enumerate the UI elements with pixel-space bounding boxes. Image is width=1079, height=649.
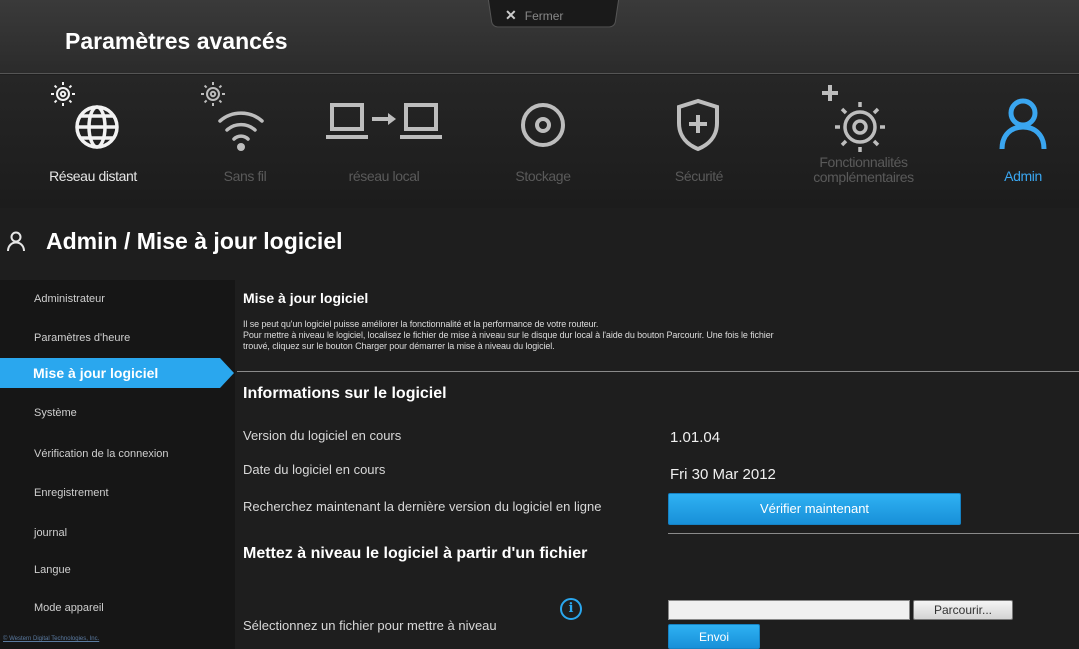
user-icon bbox=[7, 231, 25, 252]
sidebar-item-log[interactable]: journal bbox=[0, 518, 230, 548]
nav-wireless[interactable]: Sans fil bbox=[190, 75, 300, 208]
section-title: Mise à jour logiciel bbox=[243, 290, 369, 306]
nav-additional-features[interactable]: Fonctionnalités complémentaires bbox=[776, 75, 951, 208]
divider bbox=[237, 371, 1079, 372]
nav-remote-network[interactable]: Réseau distant bbox=[8, 75, 178, 208]
select-file-label: Sélectionnez un fichier pour mettre à ni… bbox=[243, 618, 497, 633]
shield-plus-icon bbox=[677, 98, 719, 152]
version-label: Version du logiciel en cours bbox=[243, 428, 402, 443]
nav-label[interactable]: Sécurité bbox=[644, 169, 754, 184]
sidebar-item-registration[interactable]: Enregistrement bbox=[0, 478, 230, 508]
close-button[interactable]: ✕ Fermer bbox=[505, 7, 563, 24]
upgrade-section-title: Mettez à niveau le logiciel à partir d'u… bbox=[243, 545, 588, 562]
globe-gear-icon bbox=[51, 82, 119, 149]
user-icon bbox=[999, 98, 1047, 150]
icon-nav-bar: Réseau distant Sans fil réseau local Sto… bbox=[0, 75, 1079, 208]
date-label: Date du logiciel en cours bbox=[243, 462, 386, 477]
divider bbox=[668, 533, 1079, 534]
version-value: 1.01.04 bbox=[670, 429, 721, 446]
nav-local-network[interactable]: réseau local bbox=[314, 75, 454, 208]
nav-security[interactable]: Sécurité bbox=[644, 75, 754, 208]
gear-plus-icon bbox=[822, 85, 885, 152]
laptop-to-laptop-icon bbox=[326, 103, 442, 139]
close-label[interactable]: Fermer bbox=[525, 9, 564, 23]
close-icon[interactable]: ✕ bbox=[505, 7, 517, 24]
sidebar-item-language[interactable]: Langue bbox=[0, 555, 230, 585]
description-line: Pour mettre à niveau le logiciel, locali… bbox=[243, 330, 774, 340]
copyright-link[interactable]: © Western Digital Technologies, Inc. bbox=[3, 636, 99, 642]
page-header-title: Paramètres avancés bbox=[65, 28, 288, 54]
browse-button[interactable]: Parcourir... bbox=[913, 600, 1013, 620]
page-title: Admin / Mise à jour logiciel bbox=[46, 228, 343, 254]
sidebar-item-administrator[interactable]: Administrateur bbox=[0, 284, 230, 314]
nav-label[interactable]: Fonctionnalités complémentaires bbox=[776, 155, 951, 185]
nav-label[interactable]: Stockage bbox=[488, 169, 598, 184]
description-line: Il se peut qu'un logiciel puisse amélior… bbox=[243, 319, 599, 329]
send-button[interactable]: Envoi bbox=[668, 624, 760, 649]
sidebar-item-connection-check[interactable]: Vérification de la connexion bbox=[0, 439, 230, 469]
info-section-title: Informations sur le logiciel bbox=[243, 385, 447, 402]
date-value: Fri 30 Mar 2012 bbox=[670, 466, 776, 483]
nav-admin[interactable]: Admin bbox=[978, 75, 1068, 208]
page-title-row: Admin / Mise à jour logiciel bbox=[0, 208, 1079, 272]
sidebar-item-software-update[interactable]: Mise à jour logiciel bbox=[0, 358, 234, 388]
sidebar-item-device-mode[interactable]: Mode appareil bbox=[0, 593, 230, 623]
nav-label[interactable]: réseau local bbox=[314, 169, 454, 184]
nav-storage[interactable]: Stockage bbox=[488, 75, 598, 208]
info-icon[interactable]: i bbox=[560, 598, 582, 620]
wifi-gear-icon bbox=[201, 82, 264, 151]
sidebar-item-time-settings[interactable]: Paramètres d'heure bbox=[0, 323, 230, 353]
disc-icon bbox=[521, 103, 565, 147]
check-label: Recherchez maintenant la dernière versio… bbox=[243, 499, 602, 514]
nav-label[interactable]: Sans fil bbox=[190, 169, 300, 184]
nav-label[interactable]: Admin bbox=[978, 169, 1068, 184]
sidebar-item-system[interactable]: Système bbox=[0, 398, 230, 428]
file-path-input[interactable] bbox=[668, 600, 910, 620]
check-now-button[interactable]: Vérifier maintenant bbox=[668, 493, 961, 525]
description-line: trouvé, cliquez sur le bouton Charger po… bbox=[243, 341, 555, 351]
nav-label[interactable]: Réseau distant bbox=[8, 169, 178, 184]
